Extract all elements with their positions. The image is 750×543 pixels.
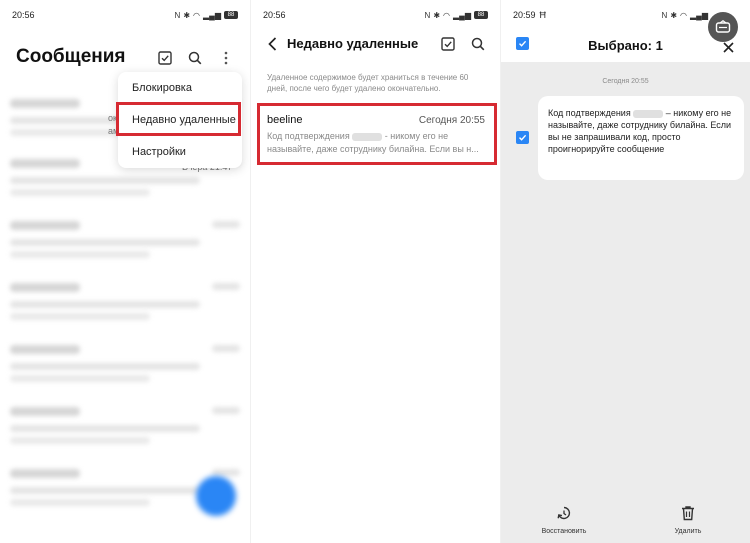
selection-panel: 20:59 Ħ N ✱ ◠ ▂▄▆ Выбрано: 1 Сегодня 20:… [500, 0, 750, 543]
status-bar: 20:56 N ✱ ◠ ▂▄▆ 88 [0, 0, 250, 30]
selection-count-title: Выбрано: 1 [588, 38, 663, 53]
signal-icon: ▂▄▆ [203, 10, 221, 20]
list-item[interactable] [10, 341, 240, 387]
nfc-icon: N [661, 10, 668, 20]
preview-text: Код подтверждения [267, 131, 350, 141]
recently-deleted-panel: 20:56 N ✱ ◠ ▂▄▆ 88 Недавно удаленные Уда… [250, 0, 500, 543]
menu-item-block[interactable]: Блокировка [118, 72, 242, 104]
status-time: 20:56 [12, 10, 35, 20]
signal-icon: ▂▄▆ [690, 10, 708, 20]
status-bar: 20:56 N ✱ ◠ ▂▄▆ 88 [251, 0, 500, 30]
message-date: Сегодня 20:55 [602, 78, 649, 85]
search-icon[interactable] [187, 50, 203, 66]
message-bubble[interactable]: Код подтверждения – никому его не называ… [538, 96, 744, 180]
floating-window-icon[interactable] [708, 12, 738, 42]
deleted-message-item[interactable]: beeline Сегодня 20:55 Код подтверждения … [257, 103, 497, 165]
messages-panel: 20:56 N ✱ ◠ ▂▄▆ 88 Сообщения ок ам Вчера… [0, 0, 250, 543]
bluetooth-icon: ✱ [433, 10, 441, 20]
header: 20:59 Ħ N ✱ ◠ ▂▄▆ Выбрано: 1 [501, 0, 750, 62]
search-icon[interactable] [470, 36, 486, 52]
notification-icon: Ħ [539, 10, 547, 20]
list-item[interactable] [10, 217, 240, 263]
status-time: 20:56 [263, 10, 286, 20]
redacted-code [352, 132, 383, 141]
bottom-action-bar: Восстановить Удалить [501, 503, 750, 543]
signal-icon: ▂▄▆ [453, 10, 471, 20]
menu-item-settings[interactable]: Настройки [118, 136, 242, 168]
select-icon[interactable] [440, 36, 456, 52]
more-options-icon[interactable] [220, 50, 232, 66]
restore-icon [557, 506, 571, 520]
header: Недавно удаленные [251, 30, 500, 58]
list-item[interactable] [10, 279, 240, 325]
bluetooth-icon: ✱ [183, 10, 191, 20]
status-icons: N ✱ ◠ ▂▄▆ [662, 11, 708, 20]
nfc-icon: N [424, 10, 431, 20]
wifi-icon: ◠ [680, 10, 688, 20]
page-title: Недавно удаленные [287, 36, 419, 51]
menu-item-label: Блокировка [132, 82, 192, 94]
wifi-icon: ◠ [193, 10, 201, 20]
battery-icon: 88 [224, 11, 238, 19]
nfc-icon: N [174, 10, 181, 20]
close-icon[interactable] [721, 40, 735, 54]
back-arrow-icon[interactable] [265, 36, 279, 52]
restore-button[interactable]: Восстановить [524, 505, 604, 535]
page-title: Сообщения [16, 46, 126, 67]
message-checkbox[interactable] [516, 131, 529, 144]
select-icon[interactable] [157, 50, 173, 66]
status-icons: N ✱ ◠ ▂▄▆ 88 [175, 11, 238, 20]
battery-icon: 88 [474, 11, 488, 19]
retention-info: Удаленное содержимое будет храниться в т… [267, 73, 469, 93]
message-preview: Код подтверждения - никому его не называ… [267, 130, 487, 156]
status-time: 20:59 [513, 10, 536, 20]
compose-button[interactable] [196, 476, 236, 516]
delete-button[interactable]: Удалить [648, 505, 728, 535]
restore-label: Восстановить [541, 528, 587, 535]
status-icons: N ✱ ◠ ▂▄▆ 88 [425, 11, 488, 20]
message-date: Сегодня 20:55 [418, 115, 485, 126]
menu-item-label: Настройки [132, 146, 186, 158]
wifi-icon: ◠ [443, 10, 451, 20]
redacted-code [633, 109, 664, 118]
bluetooth-icon: ✱ [670, 10, 678, 20]
message-sender: beeline [267, 114, 303, 126]
trash-icon [682, 506, 694, 521]
bubble-text: Код подтверждения [548, 108, 631, 118]
list-item[interactable] [10, 403, 240, 449]
highlight-box [116, 102, 241, 136]
delete-label: Удалить [674, 528, 702, 535]
